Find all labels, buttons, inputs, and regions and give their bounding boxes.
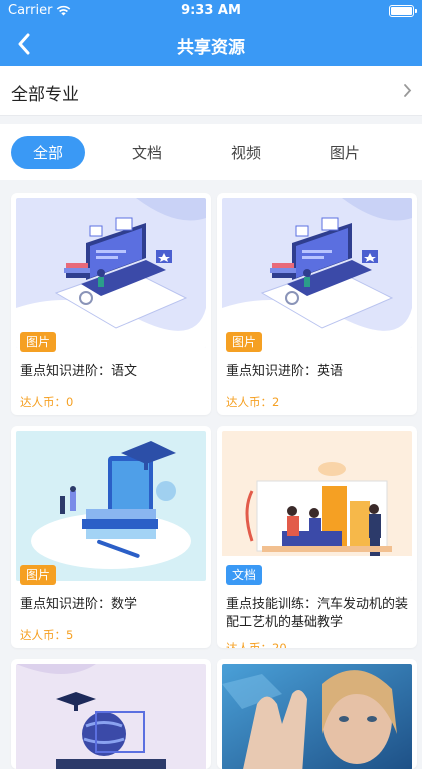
status-bar: Carrier 9:33 AM xyxy=(0,0,422,22)
filter-tabs: 全部 文档 视频 图片 xyxy=(0,124,422,180)
tab-documents[interactable]: 文档 xyxy=(110,136,184,169)
chevron-right-icon xyxy=(404,84,412,97)
type-badge: 文档 xyxy=(226,565,263,585)
tab-all[interactable]: 全部 xyxy=(11,136,85,169)
tab-videos[interactable]: 视频 xyxy=(209,136,283,169)
resource-card[interactable] xyxy=(11,659,211,769)
coin-price: 达人币：2 xyxy=(226,395,280,409)
workshop-people-illustration xyxy=(222,431,412,581)
page-title: 共享资源 xyxy=(177,38,245,58)
tab-images[interactable]: 图片 xyxy=(308,136,382,169)
major-label: 全部专业 xyxy=(11,85,79,105)
battery-icon xyxy=(389,5,417,17)
card-title: 重点知识进阶：语文 xyxy=(20,364,138,379)
card-title: 重点知识进阶：数学 xyxy=(20,597,138,612)
status-time: 9:33 AM xyxy=(181,3,241,18)
type-badge: 图片 xyxy=(20,565,57,585)
resource-card[interactable] xyxy=(217,659,417,769)
coin-price: 达人币：20 xyxy=(226,641,287,648)
globe-graduation-illustration xyxy=(16,664,206,769)
resource-card[interactable]: 图片 重点知识进阶：语文 达人币：0 xyxy=(11,193,211,415)
card-title: 重点知识进阶：英语 xyxy=(226,364,344,379)
resource-card[interactable]: 图片 重点知识进阶：英语 达人币：2 xyxy=(217,193,417,415)
nav-bar: 共享资源 xyxy=(0,22,422,66)
type-badge: 图片 xyxy=(226,332,263,352)
type-badge: 图片 xyxy=(20,332,57,352)
resource-card[interactable]: 文档 重点技能训练：汽车发动机的装配工艺机的基础教学 达人币：20 xyxy=(217,426,417,648)
major-selector[interactable]: 全部专业 xyxy=(0,66,422,116)
tablet-graduation-illustration xyxy=(16,431,206,581)
coin-price: 达人币：5 xyxy=(20,628,74,642)
laptop-books-illustration xyxy=(16,198,206,348)
resource-card[interactable]: 图片 重点知识进阶：数学 达人币：5 xyxy=(11,426,211,648)
card-title: 重点技能训练：汽车发动机的装配工艺机的基础教学 xyxy=(226,597,409,630)
coin-price: 达人币：0 xyxy=(20,395,74,409)
laptop-books-illustration xyxy=(222,198,412,348)
woman-hand-photo xyxy=(222,664,412,769)
